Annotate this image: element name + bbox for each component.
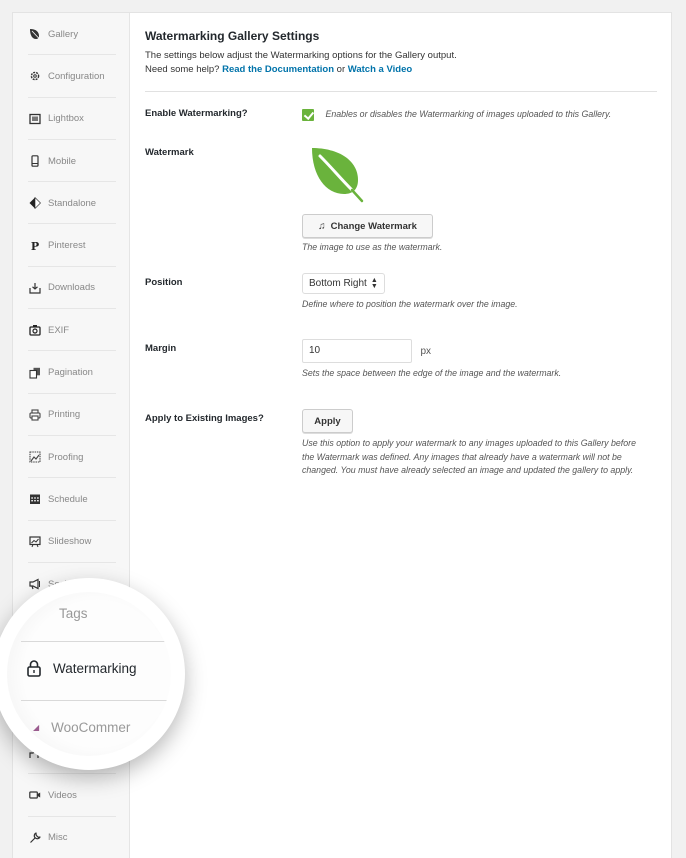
- printer-icon: [28, 408, 41, 421]
- lock-icon: [27, 660, 41, 677]
- sidebar-tab-pagination[interactable]: Pagination: [13, 351, 129, 394]
- download-icon: [28, 281, 41, 294]
- divider: [21, 700, 171, 701]
- calendar-icon: [28, 493, 41, 506]
- sidebar-tab-label: Lightbox: [48, 113, 84, 125]
- sidebar-tab-label: Configuration: [48, 70, 105, 82]
- margin-row: Margin 10 px Sets the space between the …: [145, 339, 657, 413]
- standalone-icon: [28, 197, 41, 210]
- sidebar-tab-mobile[interactable]: Mobile: [13, 140, 129, 183]
- apply-row: Apply to Existing Images? Apply Use this…: [145, 409, 657, 513]
- sidebar-tab-label: Gallery: [48, 28, 79, 40]
- magnified-tab-tags[interactable]: Tags: [7, 606, 171, 621]
- margin-description: Sets the space between the edge of the i…: [302, 368, 562, 378]
- sidebar-tab-standalone[interactable]: Standalone: [13, 182, 129, 225]
- change-watermark-button[interactable]: ♫ Change Watermark: [302, 214, 433, 238]
- sidebar-tab-misc[interactable]: Misc: [13, 817, 129, 858]
- sidebar-tab-slideshow[interactable]: Slideshow: [13, 521, 129, 564]
- sidebar-tab-schedule[interactable]: Schedule: [13, 478, 129, 521]
- select-arrows-icon: ▲ ▼: [370, 276, 378, 290]
- gear-icon: [28, 70, 41, 83]
- sidebar-tab-label: Slideshow: [48, 536, 92, 548]
- megaphone-icon: [28, 578, 41, 591]
- camera-icon: [28, 324, 41, 337]
- pinterest-icon: P: [28, 239, 41, 252]
- position-description: Define where to position the watermark o…: [302, 299, 518, 309]
- margin-unit: px: [420, 345, 432, 357]
- mobile-icon: [28, 155, 41, 168]
- sidebar-tab-label: EXIF: [48, 324, 70, 336]
- sidebar-tab-videos[interactable]: Videos: [13, 774, 129, 817]
- watermark-description: The image to use as the watermark.: [302, 242, 443, 252]
- enable-watermarking-checkbox[interactable]: [302, 108, 314, 121]
- watermark-label: Watermark: [145, 147, 194, 158]
- watermark-row: Watermark ♫ Change Watermark The image t…: [145, 132, 657, 277]
- magnified-tab-woocommerce[interactable]: ◢ WooCommer: [7, 720, 171, 735]
- video-icon: [28, 789, 41, 802]
- sidebar-tab-label: Schedule: [48, 493, 88, 505]
- apply-existing-label: Apply to Existing Images?: [145, 413, 264, 424]
- intro-text: The settings below adjust the Watermarki…: [145, 50, 457, 75]
- leaf-icon: [28, 28, 41, 41]
- sidebar-tab-exif[interactable]: EXIF: [13, 309, 129, 352]
- page-title: Watermarking Gallery Settings: [145, 29, 320, 43]
- settings-panel: Watermarking Gallery Settings The settin…: [131, 13, 671, 858]
- sidebar-tab-configuration[interactable]: Configuration: [13, 55, 129, 98]
- sidebar-tab-label: Videos: [48, 789, 77, 801]
- wrench-icon: [28, 831, 41, 844]
- magnified-tab-watermarking[interactable]: Watermarking: [7, 660, 171, 677]
- sidebar-tab-printing[interactable]: Printing: [13, 394, 129, 437]
- sidebar-tab-lightbox[interactable]: Lightbox: [13, 98, 129, 141]
- magnifier-overlay: Tags Watermarking ◢ WooCommer: [0, 578, 185, 770]
- leaf-watermark-image: [312, 148, 364, 203]
- position-row: Position Bottom Right ▲ ▼ Define where to…: [145, 273, 657, 343]
- woocommerce-icon: ◢: [33, 723, 40, 732]
- watermark-preview: [308, 146, 370, 206]
- position-select[interactable]: Bottom Right ▲ ▼: [302, 273, 385, 294]
- sidebar-tab-downloads[interactable]: Downloads: [13, 267, 129, 310]
- sidebar-tab-label: Pagination: [48, 367, 93, 379]
- margin-input[interactable]: 10: [302, 339, 412, 363]
- enable-watermarking-row: Enable Watermarking? Enables or disables…: [145, 92, 657, 132]
- enable-watermarking-label: Enable Watermarking?: [145, 108, 248, 119]
- pagination-icon: [28, 366, 41, 379]
- slideshow-icon: [28, 535, 41, 548]
- sidebar-tab-label: Standalone: [48, 197, 97, 209]
- apply-button[interactable]: Apply: [302, 409, 353, 433]
- media-icon: ♫: [318, 220, 326, 232]
- sidebar-tab-label: Proofing: [48, 451, 84, 463]
- apply-description: Use this option to apply your watermark …: [302, 438, 636, 475]
- sidebar-tab-pinterest[interactable]: P Pinterest: [13, 224, 129, 268]
- svg-text:P: P: [30, 240, 38, 252]
- sidebar-tab-label: Misc: [48, 832, 68, 844]
- sidebar-tab-gallery[interactable]: Gallery: [13, 13, 129, 56]
- documentation-link[interactable]: Read the Documentation: [222, 64, 334, 75]
- sidebar-tab-label: Downloads: [48, 282, 95, 294]
- lightbox-icon: [28, 112, 41, 125]
- proofing-icon: [28, 451, 41, 464]
- position-label: Position: [145, 277, 183, 288]
- sidebar-tab-proofing[interactable]: Proofing: [13, 436, 129, 479]
- sidebar-tab-label: Printing: [48, 409, 81, 421]
- sidebar-tab-label: Mobile: [48, 155, 76, 167]
- watch-video-link[interactable]: Watch a Video: [348, 64, 412, 75]
- enable-watermarking-description: Enables or disables the Watermarking of …: [325, 109, 612, 120]
- sidebar-tab-label: Pinterest: [48, 240, 86, 252]
- divider: [21, 641, 171, 642]
- margin-label: Margin: [145, 343, 177, 354]
